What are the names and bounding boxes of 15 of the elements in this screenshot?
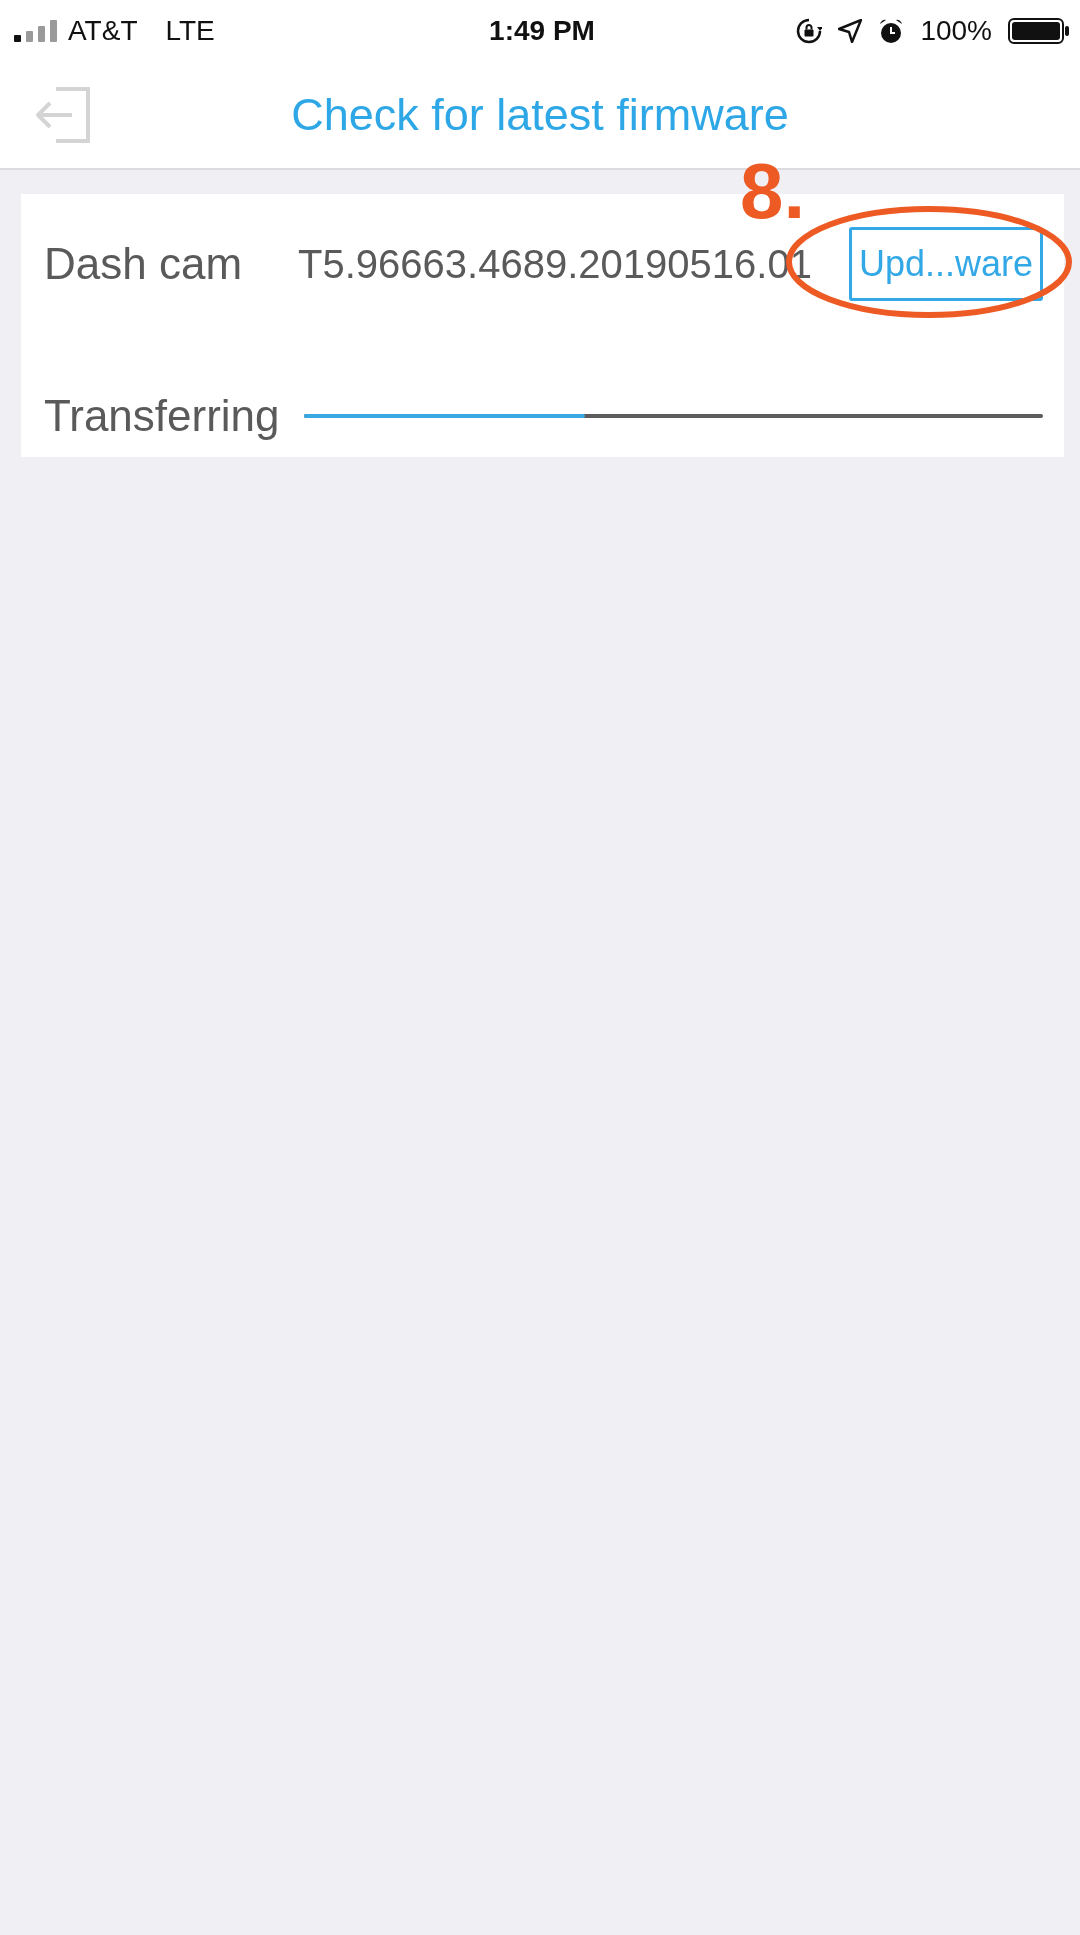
transfer-label: Transferring: [44, 391, 280, 441]
carrier-name: AT&T: [68, 15, 138, 47]
location-arrow-icon: [838, 19, 863, 43]
battery-percentage: 100%: [920, 15, 992, 47]
alarm-clock-icon: [878, 18, 905, 44]
door-arrow-icon: [34, 87, 92, 143]
screen-title: Check for latest firmware: [291, 89, 789, 141]
clock-time: 1:49 PM: [489, 15, 595, 47]
annotation-step-number: 8.: [740, 152, 806, 230]
rotation-lock-icon: [796, 18, 823, 44]
signal-bars-icon: [14, 20, 60, 42]
network-type: LTE: [165, 15, 215, 47]
device-label: Dash cam: [44, 239, 243, 289]
update-firmware-button[interactable]: Upd...ware: [848, 227, 1043, 301]
battery-full-icon: [1008, 18, 1070, 44]
